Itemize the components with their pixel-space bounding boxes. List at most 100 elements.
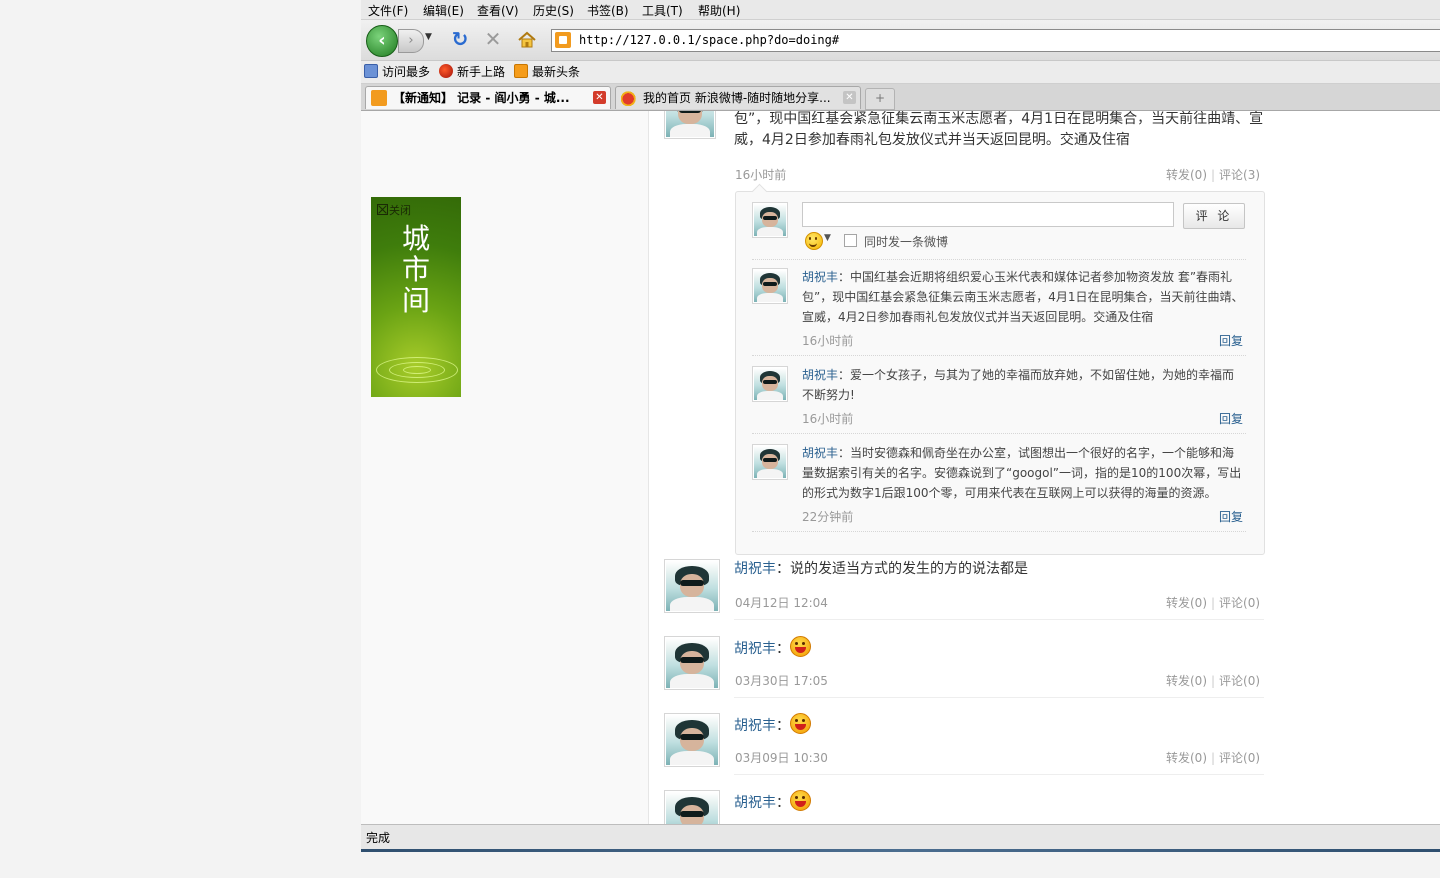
menu-help[interactable]: 帮助(H) [698,2,740,19]
reply-link[interactable]: 回复 [1219,410,1243,427]
comment-author[interactable]: 胡祝丰 [802,270,838,284]
url-bar[interactable]: http://127.0.0.1/space.php?do=doing# [551,29,1440,52]
divider [734,774,1264,775]
also-post-label: 同时发一条微博 [864,235,949,249]
user-photo [666,792,718,824]
menu-edit[interactable]: 编辑(E) [423,2,464,19]
emoji-icon[interactable] [805,232,823,250]
post-author[interactable]: 胡祝丰 [734,641,776,657]
post-body: ： [776,641,790,657]
post-body: ： [776,718,790,734]
post-text: 胡祝丰： [734,713,811,737]
bookmark-label: 最新头条 [532,65,581,79]
menu-view[interactable]: 查看(V) [477,2,519,19]
post-time: 16小时前 [735,168,787,182]
divider: | [1211,596,1216,610]
comment-time: 16小时前 [802,412,854,426]
stop-icon: ✕ [484,27,502,51]
bookmark-label: 访问最多 [382,65,431,79]
user-photo [666,638,718,688]
forward-button[interactable]: › [398,29,424,53]
reply-link[interactable]: 回复 [1219,508,1243,525]
bookmark-most-visited[interactable]: 访问最多 [364,64,430,80]
ad-banner[interactable]: 关闭 城 市 间 [371,197,461,397]
ad-close-button[interactable]: 关闭 [377,202,411,218]
comment-text: 胡祝丰：爱一个女孩子，与其为了她的幸福而放弃她，不如留住她，为她的幸福而不断努力… [802,365,1246,405]
new-tab-button[interactable]: + [865,88,895,110]
reload-icon: ↻ [451,27,469,51]
divider [734,697,1264,698]
close-icon [377,204,388,215]
tab-bar: 【新通知】 记录 - 阎小勇 - 城... ✕ 我的首页 新浪微博-随时随地分享… [361,84,1440,111]
menu-bar: 文件(F) 编辑(E) 查看(V) 历史(S) 书签(B) 工具(T) 帮助(H… [361,0,1440,20]
tab-close-icon[interactable]: ✕ [843,91,856,104]
comment-link[interactable]: 评论(3) [1219,168,1260,182]
bookmark-getting-started[interactable]: 新手上路 [439,64,505,80]
tab-sina-weibo[interactable]: 我的首页 新浪微博-随时随地分享... ✕ [615,86,861,109]
comment-input[interactable] [802,202,1174,227]
comment-text: 胡祝丰：中国红基会近期将组织爱心玉米代表和媒体记者参加物资发放 套”春雨礼包”，… [802,267,1246,327]
comment-submit-button[interactable]: 评 论 [1183,203,1245,229]
also-post-checkbox[interactable] [844,234,857,247]
back-button[interactable]: ‹ [366,25,398,57]
forward-link[interactable]: 转发(0) [1166,596,1207,610]
divider: | [1211,674,1216,688]
forward-link[interactable]: 转发(0) [1166,751,1207,765]
browser-window: 文件(F) 编辑(E) 查看(V) 历史(S) 书签(B) 工具(T) 帮助(H… [361,0,1440,878]
tab-close-icon[interactable]: ✕ [593,91,606,104]
menu-history[interactable]: 历史(S) [533,2,574,19]
avatar[interactable] [664,559,720,613]
bookmark-latest-headlines[interactable]: 最新头条 [514,64,580,80]
navigation-toolbar: ‹ › ▼ ↻ ✕ http://127.0.0.1/space.php?do=… [361,20,1440,61]
user-photo [754,270,786,302]
plus-icon: + [874,91,886,105]
menu-bookmarks[interactable]: 书签(B) [587,2,629,19]
home-icon [518,31,536,48]
menu-tools[interactable]: 工具(T) [642,2,683,19]
grin-emoji-icon [790,790,811,811]
menu-file[interactable]: 文件(F) [368,2,408,19]
avatar[interactable] [664,111,716,139]
post-author[interactable]: 胡祝丰 [734,561,776,577]
tab-new-notice[interactable]: 【新通知】 记录 - 阎小勇 - 城... ✕ [365,86,611,109]
comment-link[interactable]: 评论(0) [1219,596,1260,610]
forward-link[interactable]: 转发(0) [1166,674,1207,688]
comment-author[interactable]: 胡祝丰 [802,368,838,382]
chevron-down-icon[interactable]: ▼ [824,233,831,243]
url-text[interactable]: http://127.0.0.1/space.php?do=doing# [579,33,839,47]
comment-body: ：爱一个女孩子，与其为了她的幸福而放弃她，不如留住她，为她的幸福而不断努力! [802,368,1235,402]
avatar[interactable] [752,366,788,402]
left-column: 关闭 城 市 间 [361,111,649,824]
home-button[interactable] [516,29,538,51]
most-visited-icon [364,64,378,78]
comment-link[interactable]: 评论(0) [1219,674,1260,688]
avatar[interactable] [664,636,720,690]
post-author[interactable]: 胡祝丰 [734,795,776,811]
avatar[interactable] [752,268,788,304]
comment-link[interactable]: 评论(0) [1219,751,1260,765]
stop-button[interactable]: ✕ [482,28,504,50]
bookmark-label: 新手上路 [457,65,506,79]
comment-body: ：当时安德森和佩奇坐在办公室，试图想出一个很好的名字，一个能够和海量数据索引有关… [802,446,1242,500]
divider [752,433,1246,434]
avatar[interactable] [664,790,720,824]
rss-icon [514,64,528,78]
divider: | [1211,168,1216,182]
desktop-strip [361,852,1440,878]
avatar[interactable] [752,202,788,238]
avatar[interactable] [752,444,788,480]
user-photo [754,368,786,400]
user-photo [666,715,718,765]
user-photo [754,204,786,236]
post-author[interactable]: 胡祝丰 [734,718,776,734]
reply-link[interactable]: 回复 [1219,332,1243,349]
history-dropdown-button[interactable]: ▼ [425,32,432,42]
forward-link[interactable]: 转发(0) [1166,168,1207,182]
reload-button[interactable]: ↻ [449,28,471,50]
post-actions: 转发(0) | 评论(0) [1166,672,1260,689]
status-text: 完成 [366,831,391,845]
avatar[interactable] [664,713,720,767]
comment-author[interactable]: 胡祝丰 [802,446,838,460]
back-arrow-icon: ‹ [378,30,386,51]
post-text: 胡祝丰：说的发适当方式的发生的方的说法都是 [734,559,1028,580]
